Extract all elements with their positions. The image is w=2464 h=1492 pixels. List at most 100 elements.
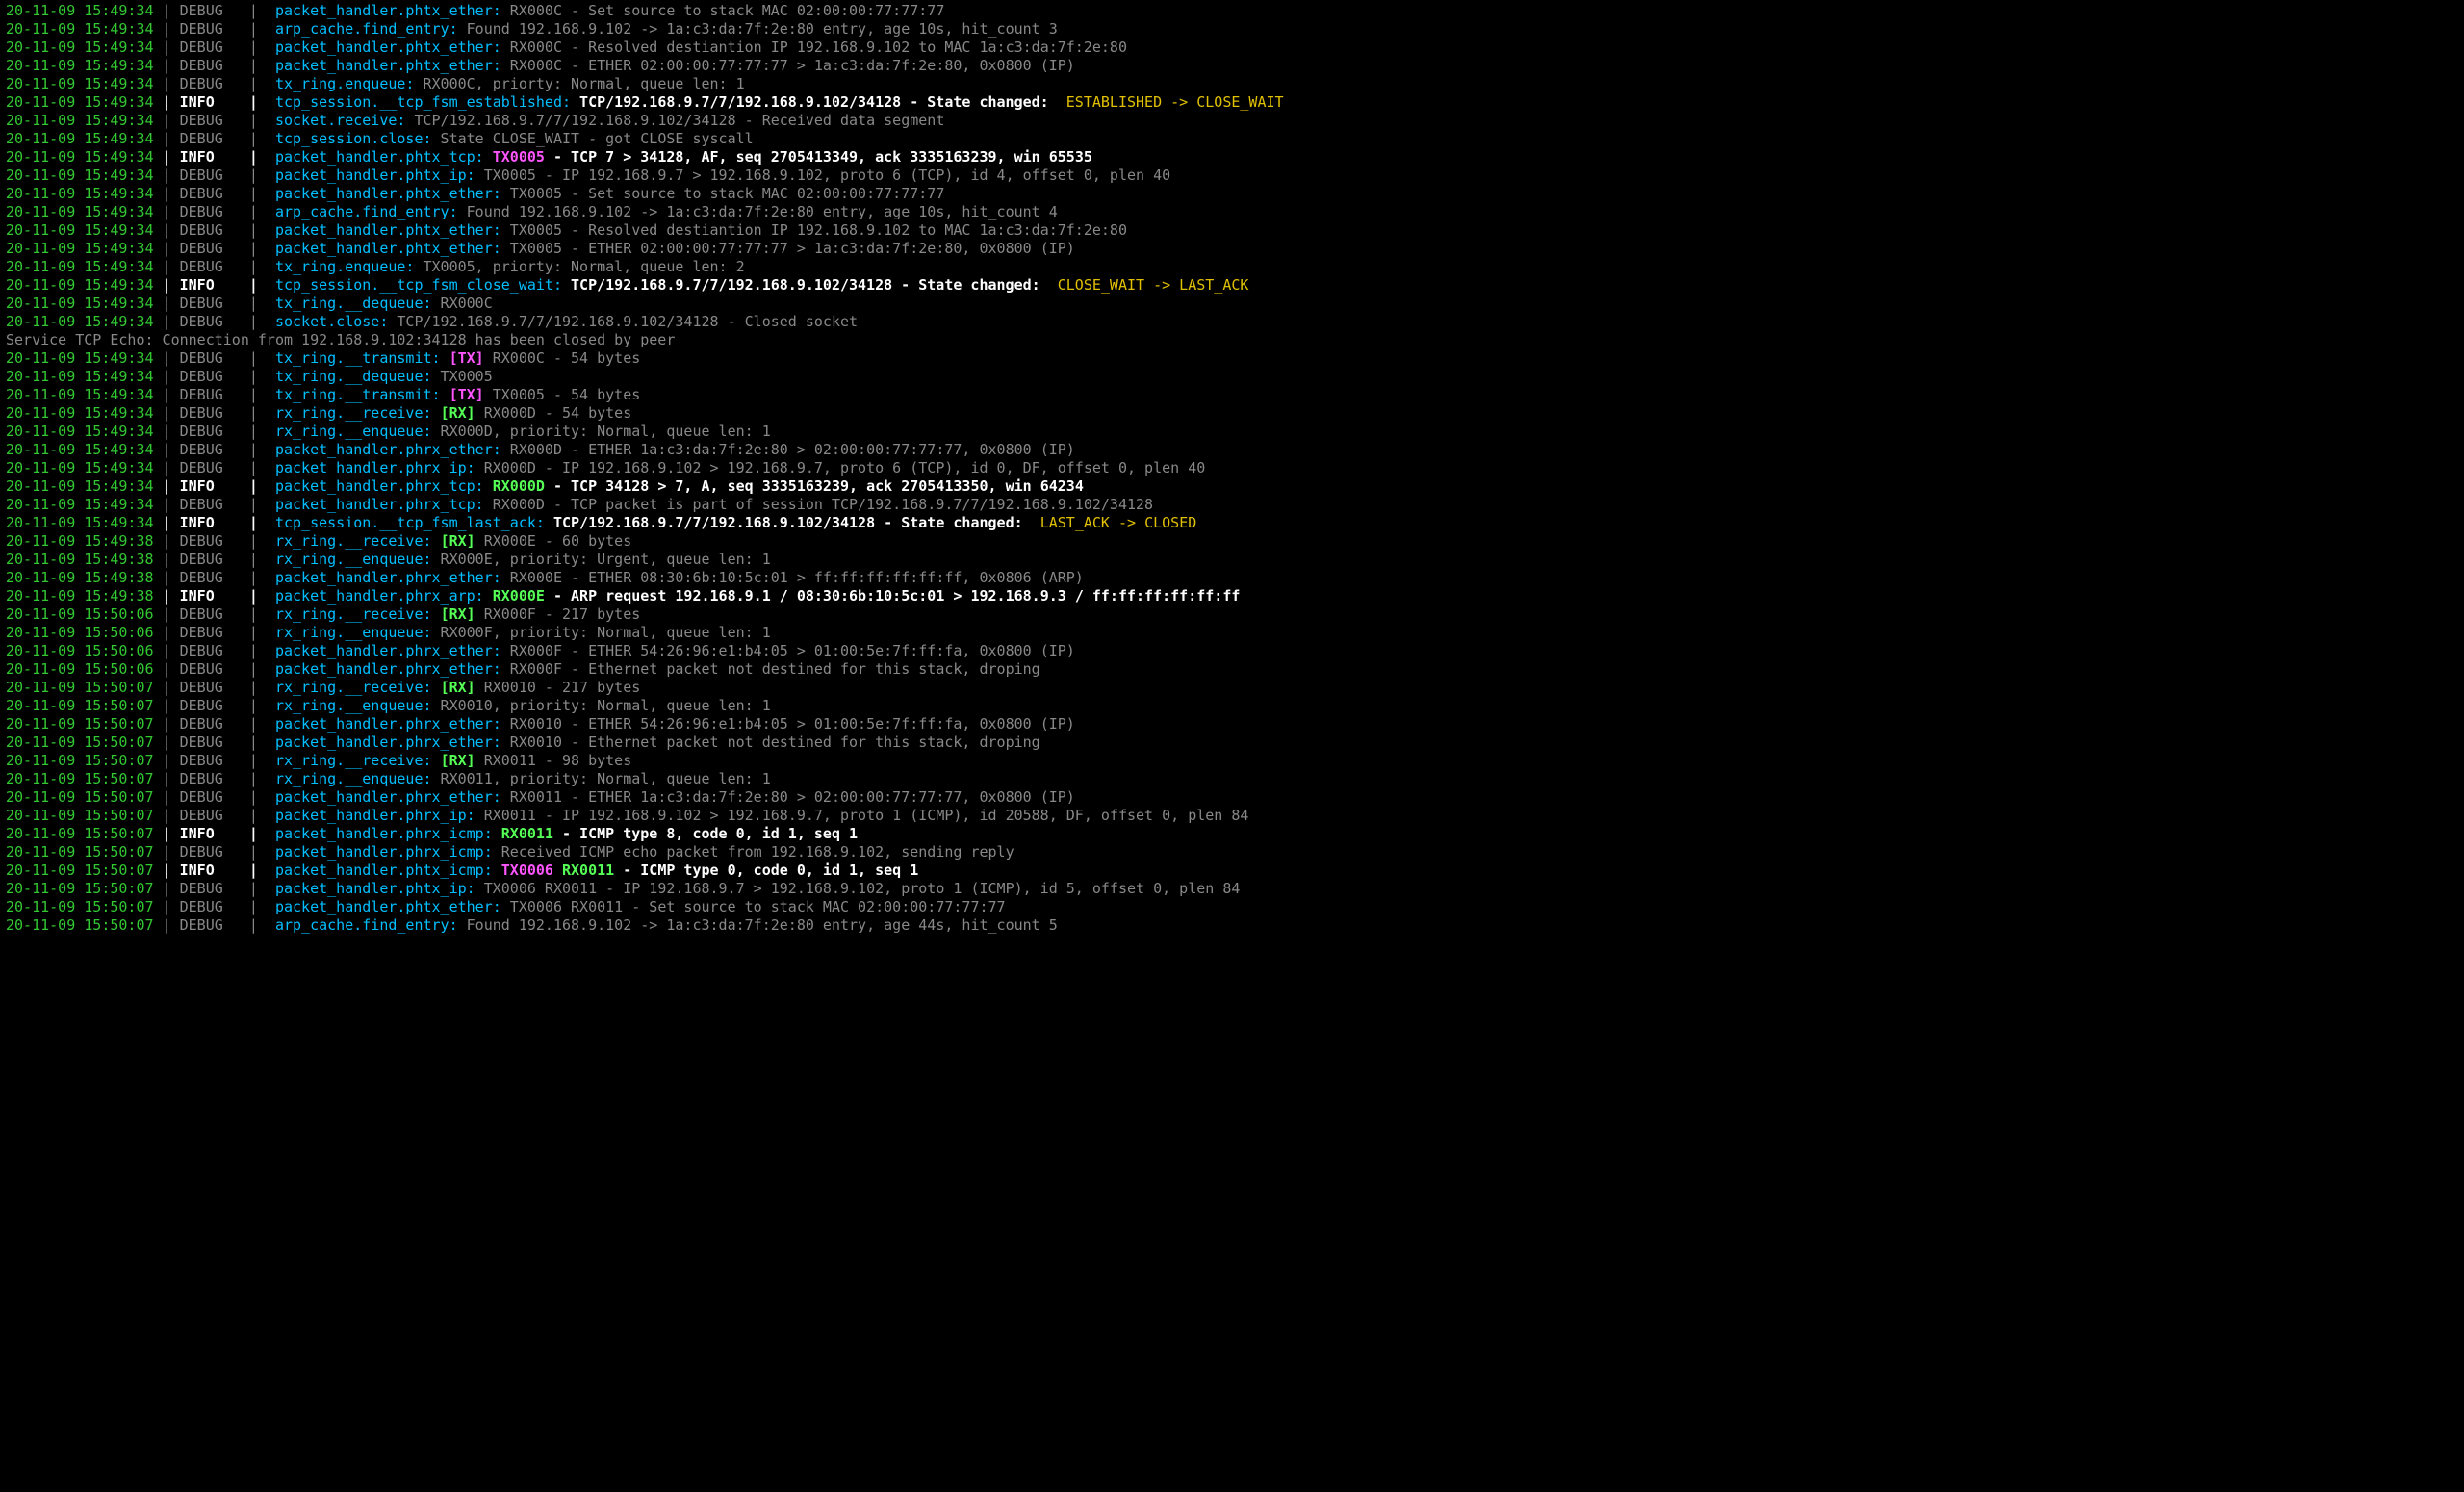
log-source: rx_ring.__enqueue: (275, 770, 432, 787)
log-message-seg: RX000F - Ethernet packet not destined fo… (501, 660, 1040, 678)
log-line: 20-11-09 15:50:06 | DEBUG | packet_handl… (6, 660, 2458, 679)
log-message-seg: LAST_ACK -> CLOSED (1040, 514, 1197, 531)
log-separator: | (154, 276, 180, 294)
log-source: packet_handler.phtx_ether: (275, 185, 501, 202)
log-line: 20-11-09 15:49:34 | DEBUG | packet_handl… (6, 240, 2458, 258)
log-separator: | (154, 441, 180, 458)
log-level: DEBUG (180, 642, 241, 659)
log-separator: | (154, 2, 180, 19)
log-line: 20-11-09 15:50:07 | INFO | packet_handle… (6, 825, 2458, 843)
log-separator: | (154, 880, 180, 897)
log-message-seg (432, 679, 441, 696)
log-message-seg: RX000C (432, 295, 493, 312)
log-separator: | (154, 825, 180, 842)
log-line: 20-11-09 15:49:34 | DEBUG | packet_handl… (6, 185, 2458, 203)
log-source: packet_handler.phrx_icmp: (275, 825, 493, 842)
log-timestamp: 20-11-09 15:50:06 (6, 605, 154, 623)
log-separator: | (241, 221, 275, 239)
log-line: 20-11-09 15:49:34 | DEBUG | packet_handl… (6, 496, 2458, 514)
log-separator: | (241, 258, 275, 275)
log-separator: | (154, 532, 180, 550)
log-source: packet_handler.phtx_ether: (275, 240, 501, 257)
log-line: 20-11-09 15:49:34 | DEBUG | arp_cache.fi… (6, 203, 2458, 221)
log-message-seg: Received ICMP echo packet from 192.168.9… (493, 843, 1014, 861)
log-message-seg: Found 192.168.9.102 -> 1a:c3:da:7f:2e:80… (458, 20, 1058, 38)
log-timestamp: 20-11-09 15:50:06 (6, 642, 154, 659)
log-level: DEBUG (180, 203, 241, 220)
log-line: 20-11-09 15:49:34 | INFO | tcp_session._… (6, 93, 2458, 112)
log-separator: | (154, 569, 180, 586)
log-source: packet_handler.phtx_ether: (275, 221, 501, 239)
log-level: INFO (180, 862, 241, 879)
log-source: socket.close: (275, 313, 388, 330)
log-level: DEBUG (180, 898, 241, 915)
log-level: DEBUG (180, 423, 241, 440)
log-source: packet_handler.phtx_icmp: (275, 862, 493, 879)
log-message-seg: Found 192.168.9.102 -> 1a:c3:da:7f:2e:80… (458, 916, 1058, 934)
log-timestamp: 20-11-09 15:49:34 (6, 423, 154, 440)
log-message-seg (493, 825, 501, 842)
log-separator: | (241, 551, 275, 568)
log-message-seg: RX000F - 217 bytes (475, 605, 641, 623)
log-timestamp: 20-11-09 15:49:34 (6, 203, 154, 220)
log-message-seg: [RX] (441, 605, 475, 623)
log-message-seg: TX0006 (501, 862, 553, 879)
log-message-seg: - ARP request 192.168.9.1 / 08:30:6b:10:… (545, 587, 1240, 605)
log-line: 20-11-09 15:49:34 | DEBUG | tx_ring.__de… (6, 368, 2458, 386)
log-timestamp: 20-11-09 15:50:07 (6, 807, 154, 824)
log-separator: | (154, 404, 180, 422)
log-source: rx_ring.__receive: (275, 752, 432, 769)
log-level: DEBUG (180, 2, 241, 19)
log-level: DEBUG (180, 368, 241, 385)
log-timestamp: 20-11-09 15:50:07 (6, 916, 154, 934)
log-separator: | (241, 459, 275, 476)
log-message-seg (432, 404, 441, 422)
log-separator: | (241, 349, 275, 367)
log-message-seg: TX0006 RX0011 - Set source to stack MAC … (501, 898, 1006, 915)
log-separator: | (154, 295, 180, 312)
log-message-seg: TCP/192.168.9.7/7/192.168.9.102/34128 - … (545, 514, 1040, 531)
log-separator: | (241, 313, 275, 330)
log-message-seg (432, 752, 441, 769)
log-message-seg: TX0006 RX0011 - IP 192.168.9.7 > 192.168… (475, 880, 1241, 897)
log-message-seg (553, 862, 562, 879)
log-message-seg: TX0005, priorty: Normal, queue len: 2 (414, 258, 744, 275)
log-timestamp: 20-11-09 15:49:34 (6, 514, 154, 531)
terminal-log[interactable]: 20-11-09 15:49:34 | DEBUG | packet_handl… (0, 0, 2464, 937)
log-source: packet_handler.phrx_ether: (275, 642, 501, 659)
log-separator: | (154, 477, 180, 495)
log-source: packet_handler.phtx_ip: (275, 167, 475, 184)
log-level: DEBUG (180, 807, 241, 824)
log-source: rx_ring.__enqueue: (275, 697, 432, 714)
log-separator: | (241, 20, 275, 38)
log-message-seg: RX000C, priorty: Normal, queue len: 1 (414, 75, 744, 92)
log-level: DEBUG (180, 404, 241, 422)
log-timestamp: 20-11-09 15:49:34 (6, 441, 154, 458)
log-line: 20-11-09 15:49:38 | DEBUG | packet_handl… (6, 569, 2458, 587)
log-message-seg: RX0011 (562, 862, 614, 879)
log-message-seg: TCP/192.168.9.7/7/192.168.9.102/34128 - … (562, 276, 1058, 294)
log-timestamp: 20-11-09 15:49:34 (6, 2, 154, 19)
log-line: 20-11-09 15:49:34 | DEBUG | rx_ring.__re… (6, 404, 2458, 423)
log-source: packet_handler.phrx_ether: (275, 715, 501, 733)
log-separator: | (241, 843, 275, 861)
log-separator: | (241, 404, 275, 422)
log-line: 20-11-09 15:49:38 | DEBUG | rx_ring.__en… (6, 551, 2458, 569)
log-separator: | (154, 130, 180, 147)
log-separator: | (241, 770, 275, 787)
log-source: arp_cache.find_entry: (275, 916, 458, 934)
log-level: DEBUG (180, 624, 241, 641)
log-source: rx_ring.__receive: (275, 679, 432, 696)
log-timestamp: 20-11-09 15:49:34 (6, 404, 154, 422)
log-source: packet_handler.phrx_ether: (275, 788, 501, 806)
log-timestamp: 20-11-09 15:49:34 (6, 258, 154, 275)
log-separator: | (154, 752, 180, 769)
log-line: 20-11-09 15:50:07 | DEBUG | packet_handl… (6, 788, 2458, 807)
log-source: packet_handler.phrx_ip: (275, 807, 475, 824)
log-timestamp: 20-11-09 15:49:34 (6, 349, 154, 367)
log-message-seg: RX000D - 54 bytes (475, 404, 632, 422)
log-separator: | (154, 551, 180, 568)
log-line: 20-11-09 15:49:34 | INFO | tcp_session._… (6, 514, 2458, 532)
log-line: 20-11-09 15:49:38 | DEBUG | rx_ring.__re… (6, 532, 2458, 551)
log-message-seg: RX0011, priority: Normal, queue len: 1 (432, 770, 771, 787)
